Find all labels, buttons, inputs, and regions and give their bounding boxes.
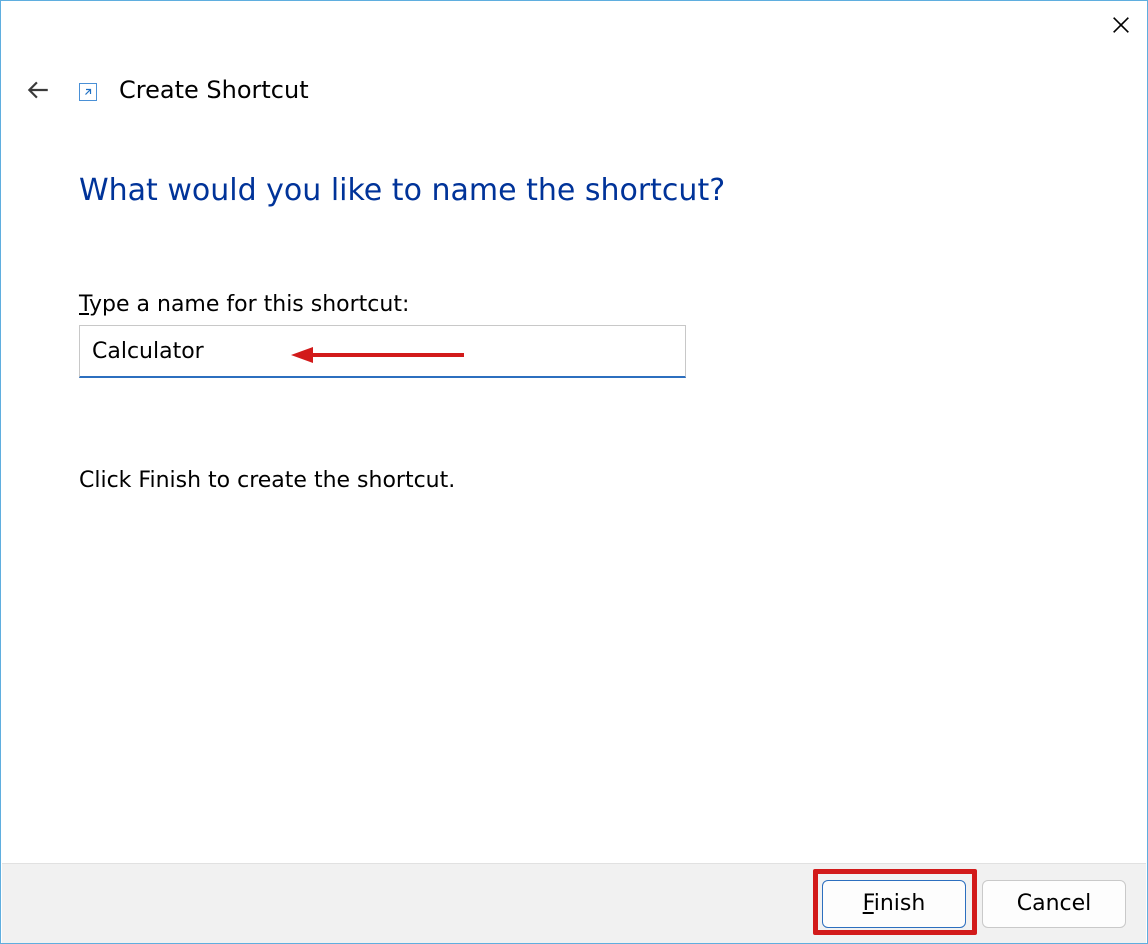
finish-label: Finish bbox=[863, 891, 926, 916]
header-row: Create Shortcut bbox=[21, 73, 309, 107]
back-arrow-icon bbox=[25, 77, 51, 103]
page-title: Create Shortcut bbox=[119, 76, 309, 104]
field-label-accel: T bbox=[79, 292, 89, 317]
cancel-button[interactable]: Cancel bbox=[982, 880, 1126, 928]
shortcut-name-input[interactable] bbox=[79, 325, 686, 378]
field-label-text: ype a name for this shortcut: bbox=[89, 292, 409, 317]
content-area: What would you like to name the shortcut… bbox=[79, 173, 1069, 493]
close-button[interactable] bbox=[1101, 9, 1141, 41]
instruction-text: Click Finish to create the shortcut. bbox=[79, 468, 1069, 493]
field-label: Type a name for this shortcut: bbox=[79, 292, 1069, 317]
finish-button[interactable]: Finish bbox=[822, 880, 966, 928]
back-button[interactable] bbox=[21, 73, 55, 107]
wizard-heading: What would you like to name the shortcut… bbox=[79, 173, 1069, 208]
footer: Finish Cancel bbox=[2, 863, 1146, 943]
cancel-label: Cancel bbox=[1017, 891, 1092, 916]
shortcut-overlay-icon bbox=[79, 83, 97, 101]
input-wrap bbox=[79, 325, 686, 378]
close-icon bbox=[1110, 14, 1132, 36]
